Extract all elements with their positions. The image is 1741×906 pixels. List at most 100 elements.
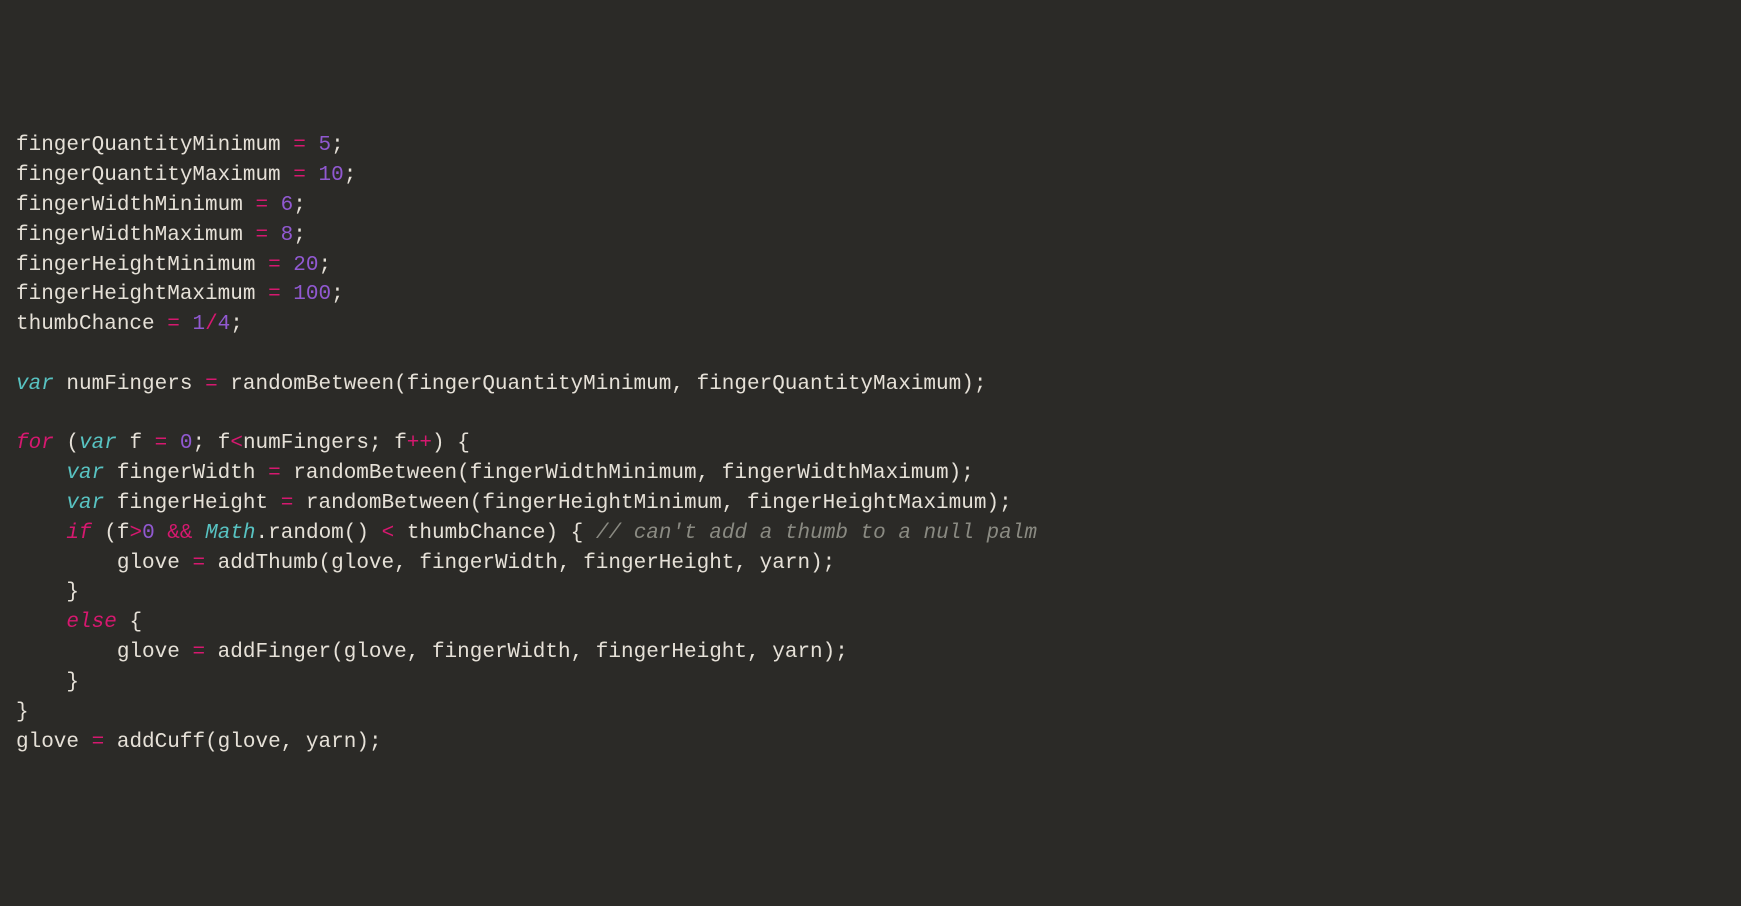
function-call: random	[268, 522, 344, 545]
identifier: fingerHeight	[117, 492, 268, 515]
number-literal: 5	[318, 134, 331, 157]
blank-line	[16, 340, 1725, 370]
comma: ,	[571, 641, 584, 664]
semicolon: ;	[319, 254, 332, 277]
identifier: glove	[344, 641, 407, 664]
brace-close: }	[16, 701, 29, 724]
dot: .	[256, 522, 269, 545]
operator-assign: =	[255, 224, 268, 247]
paren-open: (	[205, 731, 218, 754]
keyword-var: var	[79, 432, 117, 455]
operator-assign: =	[167, 313, 180, 336]
comment: // can't add a thumb to a null palm	[596, 522, 1037, 545]
code-line: glove = addThumb(glove, fingerWidth, fin…	[16, 549, 1725, 579]
identifier: fingerWidthMinimum	[470, 462, 697, 485]
code-line: glove = addFinger(glove, fingerWidth, fi…	[16, 638, 1725, 668]
semicolon: ;	[961, 462, 974, 485]
identifier: fingerQuantityMaximum	[697, 373, 962, 396]
code-line: var numFingers = randomBetween(fingerQua…	[16, 370, 1725, 400]
semicolon: ;	[293, 194, 306, 217]
operator-lt: <	[382, 522, 395, 545]
comma: ,	[394, 552, 407, 575]
code-line: thumbChance = 1/4;	[16, 310, 1725, 340]
paren-close: )	[986, 492, 999, 515]
identifier: fingerWidth	[117, 462, 256, 485]
code-line: fingerHeightMaximum = 100;	[16, 280, 1725, 310]
code-line: for (var f = 0; f<numFingers; f++) {	[16, 429, 1725, 459]
operator-assign: =	[155, 432, 168, 455]
code-line: if (f>0 && Math.random() < thumbChance) …	[16, 519, 1725, 549]
paren-close: )	[823, 641, 836, 664]
number-literal: 0	[142, 522, 155, 545]
paren-close: )	[810, 552, 823, 575]
keyword-else: else	[66, 611, 116, 634]
identifier: fingerQuantityMaximum	[16, 164, 281, 187]
brace-open: {	[457, 432, 470, 455]
identifier: yarn	[772, 641, 822, 664]
identifier: yarn	[760, 552, 810, 575]
code-line: fingerWidthMaximum = 8;	[16, 221, 1725, 251]
identifier: glove	[117, 552, 180, 575]
number-literal: 0	[180, 432, 193, 455]
operator-assign: =	[192, 552, 205, 575]
code-line: }	[16, 668, 1725, 698]
identifier: fingerHeightMaximum	[16, 283, 255, 306]
semicolon: ;	[331, 283, 344, 306]
brace-close: }	[66, 671, 79, 694]
function-call: addThumb	[218, 552, 319, 575]
code-editor[interactable]: fingerQuantityMinimum = 5;fingerQuantity…	[16, 131, 1725, 757]
operator-assign: =	[92, 731, 105, 754]
identifier: thumbChance	[407, 522, 546, 545]
semicolon: ;	[344, 164, 357, 187]
number-literal: 4	[218, 313, 231, 336]
identifier: numFingers	[66, 373, 192, 396]
operator-assign: =	[268, 462, 281, 485]
number-literal: 8	[281, 224, 294, 247]
paren-open: (	[319, 552, 332, 575]
paren-close: )	[949, 462, 962, 485]
operator-assign: =	[255, 194, 268, 217]
operator-assign: =	[281, 492, 294, 515]
brace-open: {	[571, 522, 584, 545]
operator-assign: =	[293, 164, 306, 187]
operator-gt: >	[129, 522, 142, 545]
operator-assign: =	[192, 641, 205, 664]
identifier: glove	[16, 731, 79, 754]
identifier: thumbChance	[16, 313, 155, 336]
code-line: var fingerWidth = randomBetween(fingerWi…	[16, 459, 1725, 489]
paren-close: )	[961, 373, 974, 396]
paren-open: (	[394, 373, 407, 396]
comma: ,	[558, 552, 571, 575]
operator-lt: <	[230, 432, 243, 455]
paren-open: (	[331, 641, 344, 664]
function-call: randomBetween	[230, 373, 394, 396]
code-line: fingerHeightMinimum = 20;	[16, 251, 1725, 281]
code-line: fingerQuantityMaximum = 10;	[16, 161, 1725, 191]
identifier: fingerWidthMinimum	[16, 194, 243, 217]
operator-increment: ++	[407, 432, 432, 455]
code-line: fingerQuantityMinimum = 5;	[16, 131, 1725, 161]
identifier: fingerHeightMinimum	[482, 492, 721, 515]
paren-close: )	[545, 522, 558, 545]
number-literal: 100	[293, 283, 331, 306]
semicolon: ;	[293, 224, 306, 247]
blank-line	[16, 400, 1725, 430]
identifier: fingerQuantityMinimum	[407, 373, 672, 396]
keyword-if: if	[66, 522, 91, 545]
identifier: fingerQuantityMinimum	[16, 134, 281, 157]
paren-close: )	[356, 731, 369, 754]
identifier: fingerHeightMaximum	[747, 492, 986, 515]
semicolon: ;	[230, 313, 243, 336]
identifier: fingerWidthMaximum	[16, 224, 243, 247]
comma: ,	[407, 641, 420, 664]
semicolon: ;	[835, 641, 848, 664]
operator-divide: /	[205, 313, 218, 336]
identifier: fingerHeightMinimum	[16, 254, 255, 277]
paren-close: )	[356, 522, 369, 545]
code-line: }	[16, 698, 1725, 728]
identifier: f	[218, 432, 231, 455]
identifier: fingerHeight	[596, 641, 747, 664]
operator-assign: =	[293, 134, 306, 157]
comma: ,	[734, 552, 747, 575]
code-line: glove = addCuff(glove, yarn);	[16, 728, 1725, 758]
